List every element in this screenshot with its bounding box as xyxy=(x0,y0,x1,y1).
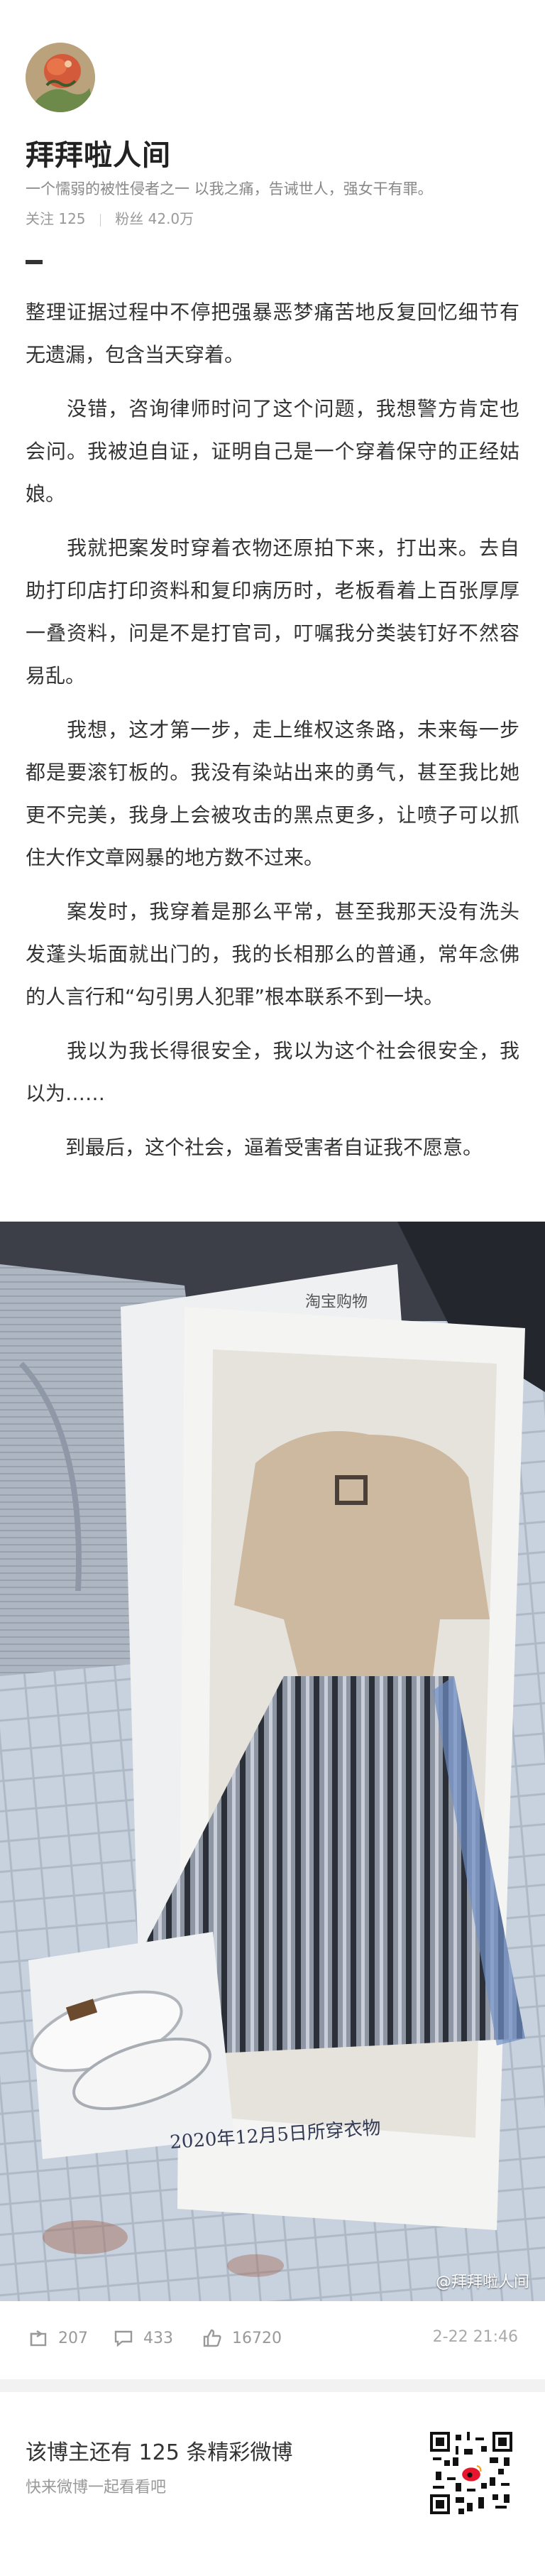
blog-name[interactable]: 拜拜啦人间 xyxy=(26,132,171,173)
stats-separator xyxy=(99,213,101,227)
repost-icon xyxy=(28,2328,48,2348)
footer-subtitle: 快来微博一起看看吧 xyxy=(26,2479,167,2496)
article-paragraph: 我想，这才第一步，走上维权这条路，未来每一步都是要滚钉板的。我没有染站出来的勇气… xyxy=(26,718,519,869)
qr-code xyxy=(430,2432,512,2514)
profile-stats: 关注 125 粉丝 42.0万 xyxy=(26,207,194,228)
article-paragraph: 案发时，我穿着是那么平常，甚至我那天没有洗头发蓬头垢面就出门的，我的长相那么的普… xyxy=(26,900,519,1009)
section-divider xyxy=(0,2379,545,2392)
like-count: 16720 xyxy=(232,2329,282,2347)
print-header: 淘宝购物 xyxy=(305,1293,368,1311)
like-button[interactable]: 16720 xyxy=(202,2328,282,2348)
post-photo[interactable]: 2020年12月5日所穿衣物 淘宝购物 @拜拜啦人间 xyxy=(0,1222,545,2301)
repost-count: 207 xyxy=(58,2329,88,2347)
article-body: 整理证据过程中不停把强暴恶梦痛苦地反复回忆细节有无遗漏，包含当天穿着。 没错，咨… xyxy=(26,291,519,1180)
repost-button[interactable]: 207 xyxy=(28,2328,88,2348)
footer-title: 该博主还有 125 条精彩微博 xyxy=(26,2440,293,2465)
article-paragraph: 我以为我长得很安全，我以为这个社会很安全，我以为…… xyxy=(26,1039,519,1105)
clothing-photo: 2020年12月5日所穿衣物 淘宝购物 xyxy=(0,1222,545,2301)
like-icon xyxy=(202,2328,222,2348)
more-posts-footer[interactable]: 该博主还有 125 条精彩微博 快来微博一起看看吧 xyxy=(0,2392,545,2576)
avatar[interactable] xyxy=(26,43,95,112)
followers-count[interactable]: 42.0万 xyxy=(148,210,194,227)
following-count[interactable]: 125 xyxy=(58,210,85,227)
article-paragraph: 没错，咨询律师时问了这个问题，我想警方肯定也会问。我被迫自证，证明自己是一个穿着… xyxy=(26,397,519,506)
following-label: 关注 xyxy=(26,210,54,227)
article-paragraph: 整理证据过程中不停把强暴恶梦痛苦地反复回忆细节有无遗漏，包含当天穿着。 xyxy=(26,300,519,366)
avatar-image xyxy=(26,43,95,112)
comment-icon xyxy=(114,2328,133,2348)
comment-count: 433 xyxy=(143,2329,173,2347)
profile-bio: 一个懦弱的被性侵者之一 以我之痛，告诫世人，强女干有罪。 xyxy=(26,180,433,197)
post-actions-bar: 207 433 16720 2-22 21:46 xyxy=(0,2301,545,2379)
comment-button[interactable]: 433 xyxy=(114,2328,173,2348)
article-paragraph: 到最后，这个社会，逼着受害者自证我不愿意。 xyxy=(26,1136,483,1159)
article-title-mark xyxy=(26,260,43,264)
followers-label: 粉丝 xyxy=(115,210,144,227)
article-paragraph: 我就把案发时穿着衣物还原拍下来，打出来。去自助打印店打印资料和复印病历时，老板看… xyxy=(26,536,519,688)
post-date: 2-22 21:46 xyxy=(432,2328,518,2346)
profile-header: 拜拜啦人间 一个懦弱的被性侵者之一 以我之痛，告诫世人，强女干有罪。 关注 12… xyxy=(0,0,545,227)
image-watermark: @拜拜啦人间 xyxy=(435,2273,529,2291)
